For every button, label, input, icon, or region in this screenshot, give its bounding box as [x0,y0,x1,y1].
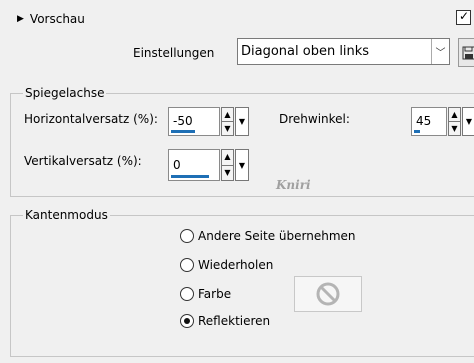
settings-selected-value: Diagonal oben links [241,44,370,59]
horizontal-offset-stepper: ▲ ▼ [221,107,234,136]
preview-label: Vorschau [29,12,85,26]
radio-other-side[interactable]: Andere Seite übernehmen [180,229,356,243]
vertical-offset-label: Vertikalversatz (%): [24,154,142,168]
radio-circle-icon [180,229,194,243]
radio-reflect[interactable]: Reflektieren [180,314,270,328]
horizontal-offset-input[interactable]: -50 [168,107,220,136]
vertical-offset-spinbox: 0 ▲ ▼ ▼ [168,149,249,181]
rotation-angle-slider-bar[interactable] [414,130,420,133]
radio-label: Farbe [198,287,232,301]
increment-arrow-icon[interactable]: ▲ [221,149,234,166]
floppy-disk-icon [462,46,474,59]
expand-triangle-icon: ▶ [17,14,24,24]
decrement-arrow-icon[interactable]: ▼ [221,122,234,136]
horizontal-offset-dropdown-icon[interactable]: ▼ [235,107,249,136]
horizontal-offset-spinbox: -50 ▲ ▼ ▼ [168,107,249,136]
vertical-offset-dropdown-icon[interactable]: ▼ [235,149,249,181]
rotation-angle-label: Drehwinkel: [279,112,350,126]
save-preset-button[interactable] [458,38,474,67]
radio-label: Wiederholen [198,258,274,272]
checkmark-icon: ✓ [459,9,470,23]
vertical-offset-input[interactable]: 0 [168,149,220,181]
watermark-kniri: Kniri [276,178,311,192]
no-symbol-icon [316,282,340,306]
radio-circle-selected-icon [180,314,194,328]
vertical-offset-stepper: ▲ ▼ [221,149,234,181]
rotation-angle-spinbox: 45 ▲ ▼ ▼ [411,107,474,136]
vertical-offset-slider-bar[interactable] [171,175,209,178]
edge-mode-title: Kantenmodus [23,208,110,222]
preview-checkbox[interactable]: ✓ [456,9,471,25]
increment-arrow-icon[interactable]: ▲ [221,107,234,122]
chevron-down-icon[interactable]: ﹀ [431,39,449,64]
mirror-axis-title: Spiegelachse [23,86,107,100]
decrement-arrow-icon[interactable]: ▼ [448,122,461,136]
radio-circle-icon [180,287,194,301]
radio-label: Reflektieren [198,314,271,328]
rotation-angle-stepper: ▲ ▼ [448,107,461,136]
radio-repeat[interactable]: Wiederholen [180,258,273,272]
horizontal-offset-label: Horizontalversatz (%): [24,112,158,126]
radio-color[interactable]: Farbe [180,287,231,301]
color-swatch-button[interactable] [294,276,362,312]
radio-label: Andere Seite übernehmen [198,229,356,243]
rotation-angle-input[interactable]: 45 [411,107,447,136]
settings-label: Einstellungen [133,46,215,60]
radio-circle-icon [180,258,194,272]
horizontal-offset-slider-bar[interactable] [171,130,195,133]
increment-arrow-icon[interactable]: ▲ [448,107,461,122]
settings-dropdown[interactable]: Diagonal oben links ﹀ [237,38,450,65]
preview-expander[interactable]: ▶ Vorschau [17,12,85,26]
decrement-arrow-icon[interactable]: ▼ [221,165,234,181]
rotation-angle-dropdown-icon[interactable]: ▼ [462,107,474,136]
